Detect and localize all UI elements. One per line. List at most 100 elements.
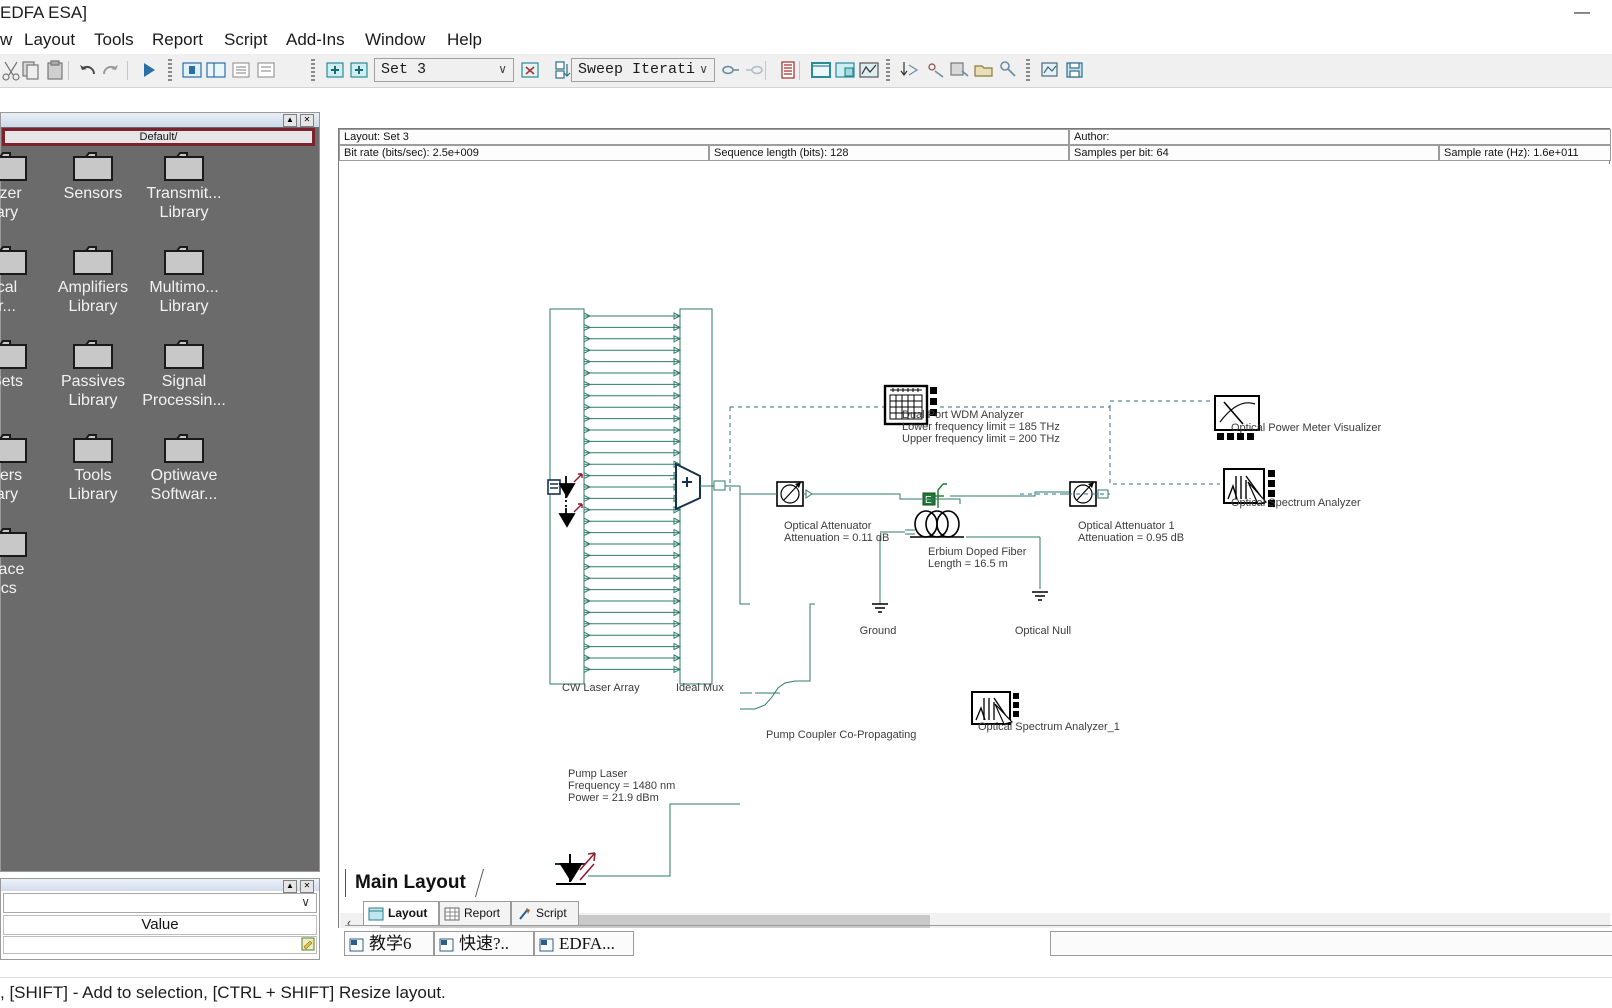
undo-icon[interactable] bbox=[77, 59, 99, 81]
split-view-icon[interactable] bbox=[205, 59, 227, 81]
report-icon bbox=[444, 906, 460, 922]
document-tab-label: 快速?.. bbox=[459, 934, 510, 953]
folder-icon bbox=[163, 149, 205, 182]
layout-view-icon[interactable] bbox=[181, 59, 203, 81]
library-path-bar[interactable]: Default/ bbox=[2, 128, 315, 146]
menu-item-script[interactable]: Script bbox=[224, 26, 267, 54]
document-header-row-1: Layout: Set 3 Author: bbox=[339, 129, 1611, 145]
copy-icon[interactable] bbox=[20, 59, 42, 81]
document-tab-label: 教学6 bbox=[369, 934, 412, 953]
parameter-panel-scroll-up-button[interactable]: ▲ bbox=[283, 880, 297, 893]
component-label-ideal-mux: Ideal Mux bbox=[676, 682, 724, 694]
sweep-combo[interactable]: Sweep Iterati ∨ bbox=[571, 58, 715, 82]
window-title: EDFA ESA] bbox=[0, 3, 87, 22]
set-combo-value: Set 3 bbox=[381, 61, 427, 78]
layout-window-icon[interactable] bbox=[810, 59, 832, 81]
menu-item-tools[interactable]: Tools bbox=[94, 26, 134, 54]
folder-icon bbox=[163, 243, 205, 276]
paste-icon[interactable] bbox=[45, 59, 67, 81]
panel-scroll-up-button[interactable]: ▲ bbox=[283, 114, 297, 127]
parameter-row[interactable] bbox=[3, 936, 317, 954]
parameter-panel: ▲ ✕ ∨ Value bbox=[0, 878, 320, 960]
document-tab-2[interactable]: EDFA... bbox=[534, 931, 634, 956]
main-layout-tab[interactable]: Main Layout bbox=[345, 869, 480, 897]
detail-view-icon[interactable] bbox=[255, 59, 277, 81]
document-tab-0[interactable]: 教学6 bbox=[344, 931, 434, 956]
redo-icon[interactable] bbox=[101, 59, 123, 81]
cut-icon[interactable] bbox=[0, 59, 22, 81]
component-label-line: CW Laser Array bbox=[562, 682, 640, 694]
document-tab-1[interactable]: 快速?.. bbox=[434, 931, 534, 956]
document-tabs: 教学6 快速?.. EDFA... bbox=[330, 928, 1612, 958]
library-item-label: paceics bbox=[0, 561, 25, 597]
library-item-multimo-library[interactable]: Multimo... Library bbox=[136, 243, 232, 316]
component-label-ground: Ground bbox=[860, 625, 897, 637]
view-tab-layout[interactable]: Layout bbox=[363, 901, 439, 925]
optisystem-window: EDFA ESA] — w Layout Tools Report Script Add-… bbox=[0, 0, 1612, 1008]
calc-icon[interactable] bbox=[925, 59, 947, 81]
open-calc-icon[interactable] bbox=[972, 59, 994, 81]
save-calc-icon[interactable] bbox=[948, 59, 970, 81]
menu-item-w[interactable]: w bbox=[0, 26, 12, 54]
graph-window-icon[interactable] bbox=[858, 59, 880, 81]
menu-item-report[interactable]: Report bbox=[152, 26, 203, 54]
component-label-optical-spectrum-analyzer: Optical Spectrum Analyzer bbox=[1231, 497, 1361, 509]
view-tab-script[interactable]: Script bbox=[511, 901, 579, 925]
library-item-transmit-library[interactable]: Transmit... Library bbox=[136, 149, 232, 222]
sweep-combo-value: Sweep Iterati bbox=[578, 61, 696, 78]
find-calc-icon[interactable] bbox=[997, 59, 1019, 81]
menu-item-add-ins[interactable]: Add-Ins bbox=[286, 26, 345, 54]
library-item-optiwave-softwar[interactable]: Optiwave Softwar... bbox=[136, 431, 232, 504]
set-combo[interactable]: Set 3 ∨ bbox=[374, 58, 514, 82]
schematic-canvas[interactable]: E CW Laser Array Ideal Mux Dual Port WDM… bbox=[340, 164, 1610, 924]
component-library-panel: ▲ ✕ Default/ lizerarySensorsTransmit...L… bbox=[0, 112, 320, 872]
parameter-panel-close-button[interactable]: ✕ bbox=[300, 880, 314, 893]
folder-icon bbox=[72, 149, 114, 182]
library-item-pace-ics[interactable]: paceics bbox=[0, 525, 55, 598]
save-icon[interactable] bbox=[1064, 59, 1086, 81]
view-tab-report[interactable]: Report bbox=[439, 901, 511, 925]
link-icon[interactable] bbox=[720, 59, 742, 81]
view-tabs: Layout Report Script bbox=[345, 899, 1612, 926]
component-label-line: Length = 16.5 m bbox=[928, 558, 1008, 570]
menu-item-help[interactable]: Help bbox=[447, 26, 482, 54]
add-set-icon[interactable] bbox=[348, 59, 370, 81]
library-item-label: Multimo... Library bbox=[149, 279, 219, 315]
layout-document: Layout: Set 3 Author: Bit rate (bits/sec)… bbox=[338, 128, 1611, 958]
menu-item-window[interactable]: Window bbox=[365, 26, 425, 54]
doc-header-cell: Author: bbox=[1069, 129, 1611, 145]
library-item-amplifiers-library[interactable]: Amplifiers Library bbox=[45, 243, 141, 316]
library-item-label: Amplifiers Library bbox=[57, 279, 129, 315]
component-label-line: Optical Spectrum Analyzer_1 bbox=[978, 721, 1120, 733]
component-label-optical-null: Optical Null bbox=[1015, 625, 1071, 637]
report-icon[interactable] bbox=[777, 59, 799, 81]
library-item-label: Optiwave Softwar... bbox=[150, 467, 218, 503]
view-tab-label: Script bbox=[536, 906, 567, 920]
unlink-icon[interactable] bbox=[744, 59, 766, 81]
folder-icon bbox=[72, 337, 114, 370]
sweep-order-icon[interactable] bbox=[551, 59, 573, 81]
component-label-line: Ideal Mux bbox=[676, 682, 724, 694]
library-item-tools-library[interactable]: Tools Library bbox=[45, 431, 141, 504]
parameter-select[interactable]: ∨ bbox=[3, 893, 317, 913]
library-item-passives-library[interactable]: Passives Library bbox=[45, 337, 141, 410]
add-sweep-icon[interactable] bbox=[324, 59, 346, 81]
panel-close-button[interactable]: ✕ bbox=[300, 114, 314, 127]
pencil-icon[interactable] bbox=[301, 937, 315, 951]
library-item-sensors[interactable]: Sensors bbox=[45, 149, 141, 203]
run-icon[interactable] bbox=[138, 59, 160, 81]
minimize-button[interactable]: — bbox=[1562, 0, 1602, 26]
sort-down-icon[interactable] bbox=[899, 59, 921, 81]
library-item-signal-processin[interactable]: Signal Processin... bbox=[136, 337, 232, 410]
delete-set-icon[interactable] bbox=[519, 59, 541, 81]
component-label-line: Optical Power Meter Visualizer bbox=[1231, 422, 1382, 434]
subsystem-icon[interactable] bbox=[834, 59, 856, 81]
component-label-optical-attenuator-1: Optical Attenuator 1 Attenuation = 0.95 d… bbox=[1078, 520, 1184, 544]
menu-item-layout[interactable]: Layout bbox=[24, 26, 75, 54]
list-view-icon[interactable] bbox=[230, 59, 252, 81]
document-header-row-2: Bit rate (bits/sec): 2.5e+009 Sequence le… bbox=[339, 145, 1611, 161]
status-bar: , [SHIFT] - Add to selection, [CTRL + SH… bbox=[0, 977, 1612, 1008]
folder-icon bbox=[163, 431, 205, 464]
title-bar: EDFA ESA] — bbox=[0, 0, 1612, 26]
export-icon[interactable] bbox=[1039, 59, 1061, 81]
